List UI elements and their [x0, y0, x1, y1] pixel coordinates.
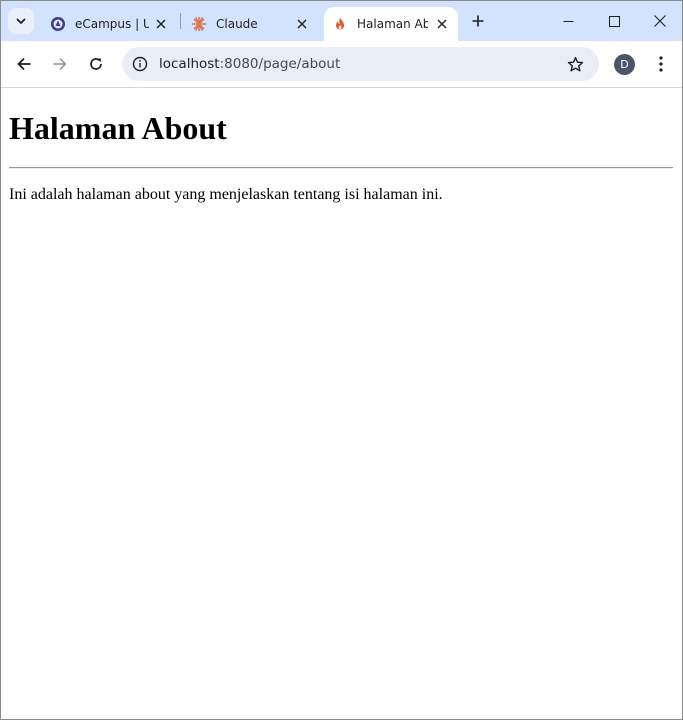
- reload-button[interactable]: [82, 50, 110, 78]
- close-tab-icon[interactable]: [153, 16, 169, 32]
- tab-title: Halaman About: [357, 17, 428, 31]
- new-tab-button[interactable]: [467, 10, 489, 32]
- chevron-down-icon: [16, 18, 26, 24]
- url-host: localhost: [159, 56, 220, 72]
- maximize-button[interactable]: [591, 1, 637, 41]
- tab-title: Claude: [216, 17, 258, 31]
- tab-claude[interactable]: Claude: [183, 7, 318, 41]
- close-tab-icon[interactable]: [434, 16, 450, 32]
- browser-window: eCampus | UI Claude Halaman About: [0, 0, 683, 720]
- maximize-icon: [608, 15, 620, 27]
- tab-separator: [180, 13, 181, 29]
- forward-button[interactable]: [46, 50, 74, 78]
- tab-search-button[interactable]: [8, 8, 34, 34]
- close-icon: [654, 15, 666, 27]
- close-tab-icon[interactable]: [294, 16, 310, 32]
- back-button[interactable]: [10, 50, 38, 78]
- ecampus-logo-icon: [50, 16, 66, 32]
- tab-ecampus[interactable]: eCampus | UI: [42, 7, 177, 41]
- page-content: Halaman About Ini adalah halaman about y…: [1, 88, 682, 719]
- arrow-left-icon: [17, 58, 31, 70]
- page-heading: Halaman About: [9, 110, 227, 146]
- page-paragraph: Ini adalah halaman about yang menjelaska…: [9, 186, 443, 203]
- flame-icon: [332, 16, 348, 32]
- minimize-icon: [563, 20, 573, 22]
- site-info-icon[interactable]: [130, 54, 150, 74]
- url-path: :8080/page/about: [219, 56, 341, 72]
- browser-toolbar: localhost:8080/page/about D: [1, 41, 682, 87]
- close-window-button[interactable]: [637, 1, 682, 41]
- browser-menu-button[interactable]: [650, 52, 672, 76]
- minimize-button[interactable]: [545, 1, 591, 41]
- arrow-right-icon: [53, 58, 67, 70]
- url-text[interactable]: localhost:8080/page/about: [159, 56, 340, 72]
- plus-icon: [472, 15, 484, 27]
- reload-icon: [90, 58, 102, 70]
- profile-avatar[interactable]: D: [614, 54, 635, 75]
- more-vert-icon: [659, 56, 663, 72]
- tab-halaman-about[interactable]: Halaman About: [324, 7, 458, 41]
- claude-logo-icon: [191, 16, 207, 32]
- address-bar[interactable]: localhost:8080/page/about: [122, 47, 599, 81]
- bookmark-star-icon[interactable]: [565, 54, 585, 74]
- tab-title: eCampus | UI: [75, 17, 149, 31]
- tab-strip: eCampus | UI Claude Halaman About: [1, 1, 682, 41]
- horizontal-rule: [9, 167, 673, 169]
